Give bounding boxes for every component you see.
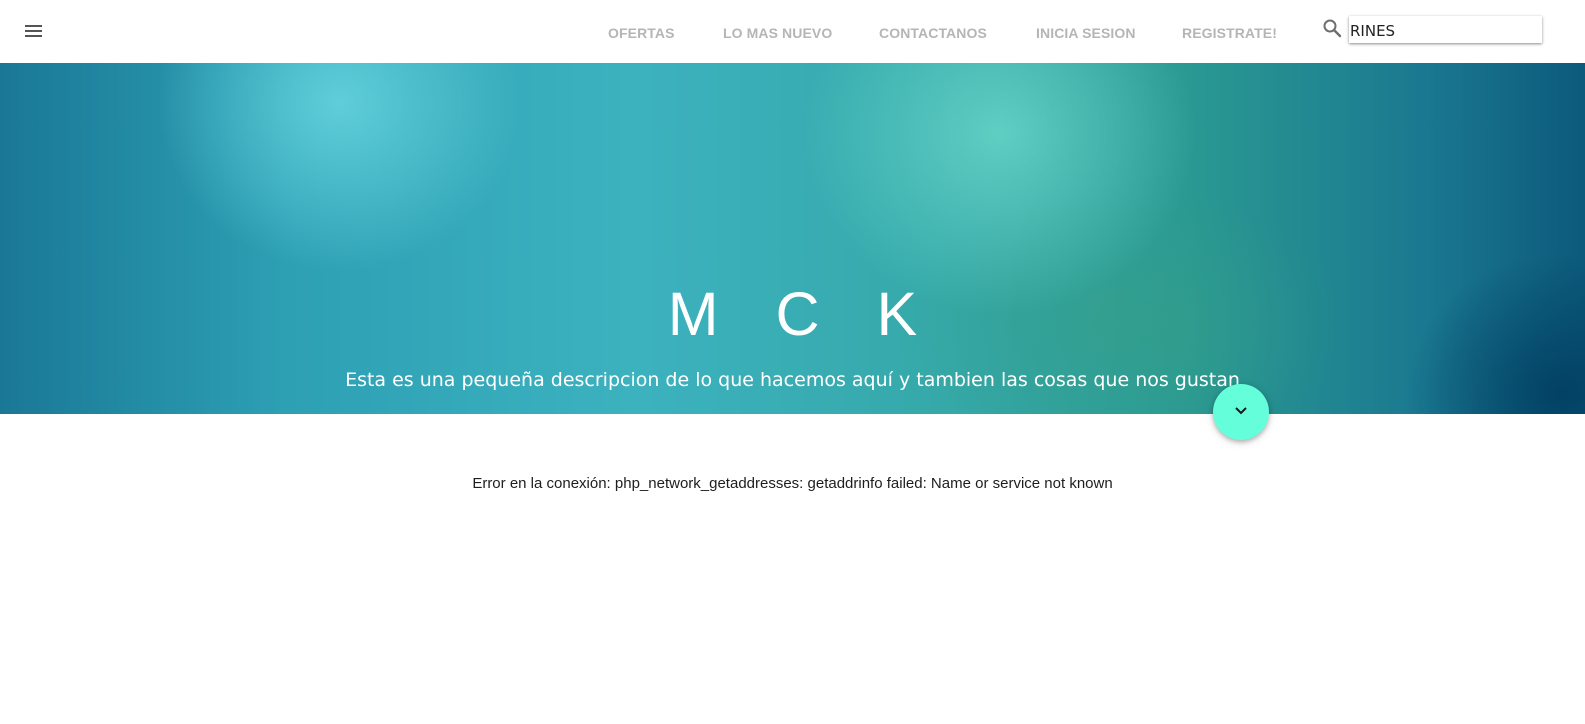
search-input[interactable] [1349, 16, 1542, 43]
hero-title: M C K [667, 280, 938, 348]
nav-link-lo-mas-nuevo[interactable]: LO MAS NUEVO [723, 25, 832, 41]
nav-link-ofertas[interactable]: OFERTAS [608, 25, 675, 41]
hero-banner: M C K Esta es una pequeña descripcion de… [0, 63, 1585, 414]
hero-subtitle: Esta es una pequeña descripcion de lo qu… [345, 369, 1240, 391]
menu-icon[interactable] [22, 21, 44, 41]
main-content: Error en la conexión: php_network_getadd… [0, 414, 1585, 724]
scroll-down-button[interactable] [1213, 384, 1269, 440]
chevron-down-icon [1234, 403, 1248, 421]
nav-link-contactanos[interactable]: CONTACTANOS [879, 25, 987, 41]
search-icon[interactable] [1322, 18, 1342, 38]
nav-link-inicia-sesion[interactable]: INICIA SESION [1036, 25, 1136, 41]
nav-link-registrate[interactable]: REGISTRATE! [1182, 25, 1277, 41]
top-navbar: OFERTAS LO MAS NUEVO CONTACTANOS INICIA … [0, 0, 1585, 63]
connection-error-message: Error en la conexión: php_network_getadd… [472, 475, 1113, 492]
